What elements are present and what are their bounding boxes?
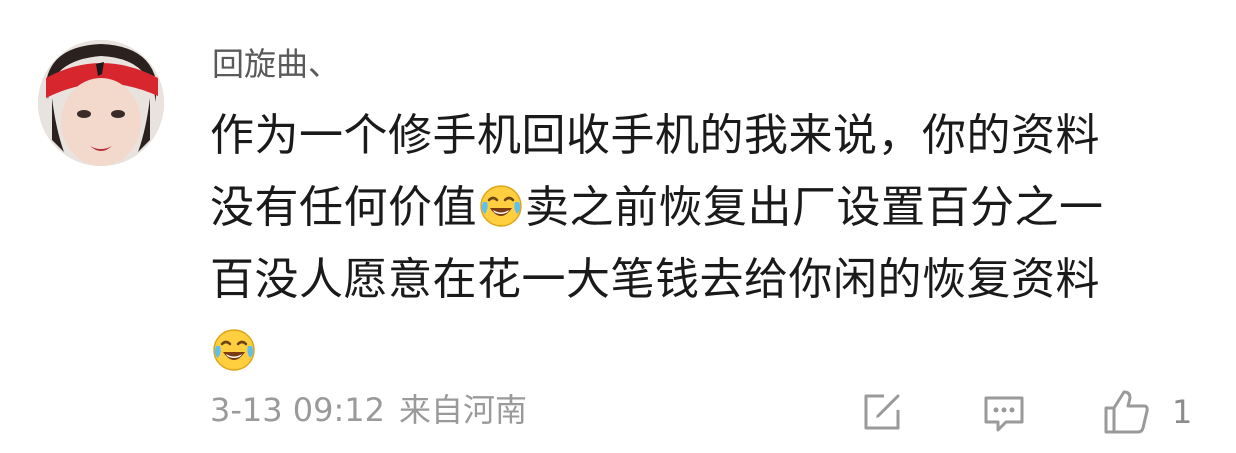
location: 来自河南 <box>399 391 528 429</box>
laugh-cry-emoji <box>479 184 523 228</box>
share-edit-icon[interactable] <box>858 388 906 436</box>
comment-icon[interactable] <box>980 388 1028 436</box>
avatar-image <box>38 40 164 166</box>
comment-item: 回旋曲、 作为一个修手机回收手机的我来说，你的资料 没有任何价值 卖之前恢复出厂… <box>0 0 1236 453</box>
username[interactable]: 回旋曲、 <box>212 42 340 86</box>
comment-text-line-2: 没有任何价值 卖之前恢复出厂设置百分之一 <box>210 172 1210 244</box>
comment-text-segment: 没有任何价值 <box>210 182 477 233</box>
comment-text-line: 作为一个修手机回收手机的我来说，你的资料 <box>210 110 1100 161</box>
comment-text-line-4 <box>210 316 1210 388</box>
avatar[interactable] <box>38 40 164 166</box>
comment-text-line-3: 百没人愿意在花一大笔钱去给你闲的恢复资料 <box>210 254 1100 305</box>
comment-text-segment-2: 卖之前恢复出厂设置百分之一 <box>525 182 1104 233</box>
timestamp: 3-13 09:12 <box>210 391 386 429</box>
comment-meta: 3-13 09:12 来自河南 <box>210 388 527 432</box>
laugh-cry-emoji-2 <box>212 328 256 372</box>
comment-text: 作为一个修手机回收手机的我来说，你的资料 没有任何价值 卖之前恢复出厂设置百分之… <box>210 100 1210 388</box>
thumbs-up-icon[interactable] <box>1102 386 1150 434</box>
like-count: 1 <box>1172 393 1193 431</box>
